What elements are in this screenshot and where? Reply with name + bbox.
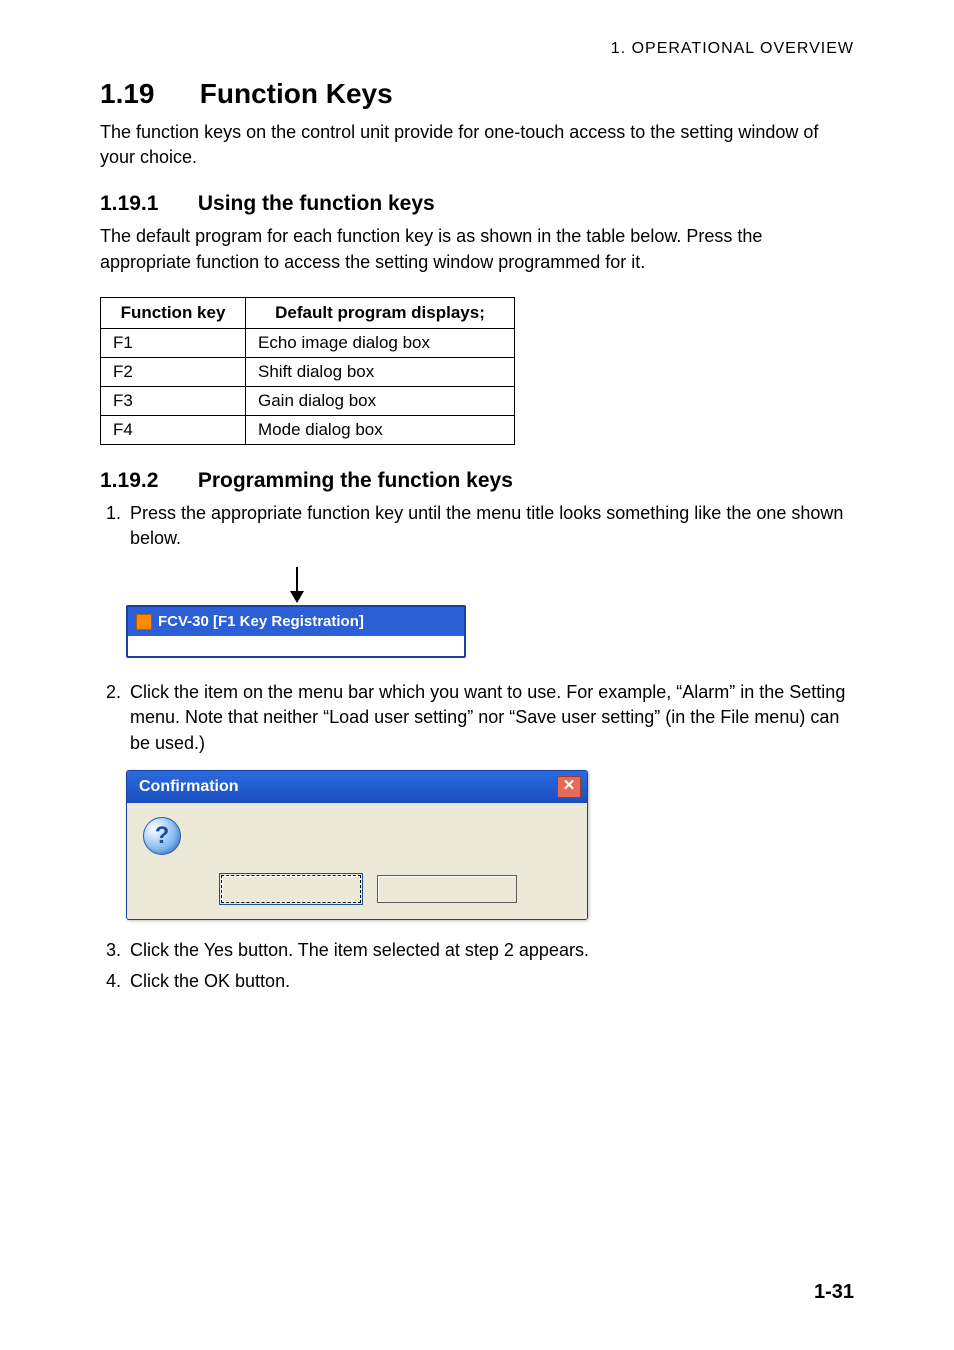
app-icon [136,614,152,630]
table-head-prog: Default program displays; [246,297,515,328]
running-head: 1. OPERATIONAL OVERVIEW [100,40,854,58]
subsection-2-heading: 1.19.2 Programming the function keys [100,469,854,493]
table-cell-key: F1 [101,328,246,357]
table-cell-prog: Shift dialog box [246,357,515,386]
section-heading: 1.19 Function Keys [100,78,854,110]
function-key-table: Function key Default program displays; F… [100,297,515,445]
step-1: Press the appropriate function key until… [126,501,854,551]
close-icon[interactable]: ✕ [557,776,581,798]
table-cell-key: F3 [101,386,246,415]
subsection-1-number: 1.19.1 [100,192,192,216]
table-row: F4 Mode dialog box [101,415,515,444]
step-4: Click the OK button. [126,969,854,994]
no-button[interactable] [377,875,517,903]
subsection-1-intro: The default program for each function ke… [100,224,854,274]
table-row: F3 Gain dialog box [101,386,515,415]
subsection-2-title: Programming the function keys [198,469,513,492]
subsection-1-heading: 1.19.1 Using the function keys [100,192,854,216]
table-cell-key: F4 [101,415,246,444]
confirmation-dialog: Confirmation ✕ ? [126,770,588,920]
table-cell-prog: Gain dialog box [246,386,515,415]
question-icon: ? [143,817,181,855]
subsection-2-number: 1.19.2 [100,469,192,493]
arrow-down-icon [186,567,466,605]
steps-list: Press the appropriate function key until… [100,501,854,551]
table-cell-prog: Mode dialog box [246,415,515,444]
registration-titlebar-text: FCV-30 [F1 Key Registration] [158,613,364,630]
registration-titlebar: FCV-30 [F1 Key Registration] [126,605,466,658]
table-cell-key: F2 [101,357,246,386]
titlebar-figure: FCV-30 [F1 Key Registration] [126,567,466,658]
section-title: Function Keys [200,78,393,109]
steps-list-continued-2: Click the Yes button. The item selected … [100,938,854,994]
steps-list-continued: Click the item on the menu bar which you… [100,680,854,756]
step-2: Click the item on the menu bar which you… [126,680,854,756]
section-number: 1.19 [100,78,192,110]
yes-button[interactable] [221,875,361,903]
table-cell-prog: Echo image dialog box [246,328,515,357]
dialog-title: Confirmation [139,778,239,796]
table-head-key: Function key [101,297,246,328]
page-number: 1-31 [814,1281,854,1304]
table-row: F2 Shift dialog box [101,357,515,386]
subsection-1-title: Using the function keys [198,192,435,215]
section-intro: The function keys on the control unit pr… [100,120,854,170]
step-3: Click the Yes button. The item selected … [126,938,854,963]
table-row: F1 Echo image dialog box [101,328,515,357]
